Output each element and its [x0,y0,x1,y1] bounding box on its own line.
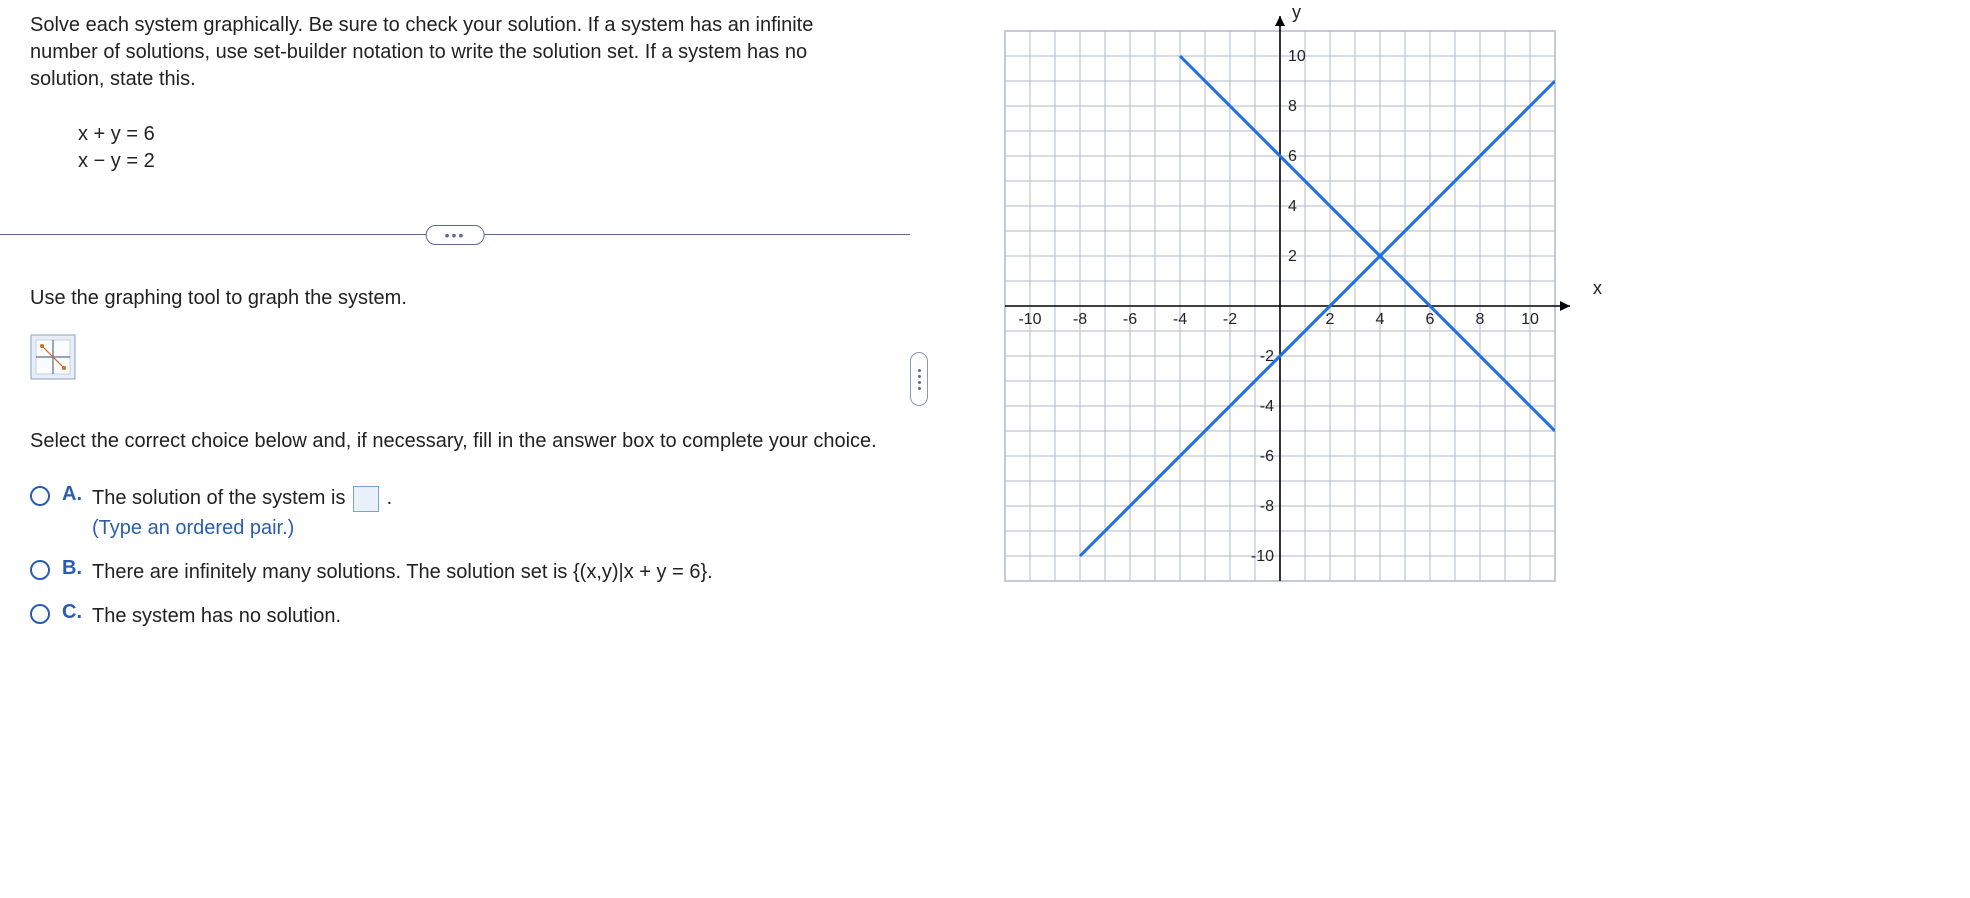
question-panel: Solve each system graphically. Be sure t… [30,12,880,645]
svg-text:6: 6 [1288,148,1297,165]
svg-text:-2: -2 [1223,311,1237,328]
svg-text:-8: -8 [1260,498,1274,515]
choice-a-text-before: The solution of the system is [92,487,351,509]
choice-a-text-after: . [387,487,393,509]
equation-system: x + y = 6 x − y = 2 [78,121,880,175]
section-divider: ••• [30,223,880,247]
answer-input[interactable] [353,486,379,512]
choice-a[interactable]: A. The solution of the system is . (Type… [30,483,880,543]
choice-a-text: The solution of the system is . (Type an… [92,483,392,543]
svg-text:4: 4 [1288,198,1297,215]
radio-a[interactable] [30,486,50,506]
panel-resize-handle[interactable] [910,352,928,406]
svg-text:-4: -4 [1173,311,1187,328]
svg-text:-10: -10 [1251,548,1274,565]
svg-text:6: 6 [1426,311,1435,328]
graph-svg[interactable]: -10 -8 -6 -4 -2 2 4 6 8 10 10 8 6 4 2 -2… [980,6,1580,606]
svg-text:2: 2 [1288,248,1297,265]
svg-text:8: 8 [1476,311,1485,328]
svg-text:10: 10 [1288,48,1306,65]
graphing-prompt: Use the graphing tool to graph the syste… [30,287,880,310]
choice-b-text: There are infinitely many solutions. The… [92,557,713,587]
graphing-tool-button[interactable] [30,334,76,380]
svg-text:2: 2 [1326,311,1335,328]
svg-text:8: 8 [1288,98,1297,115]
y-axis-label: y [1292,2,1301,23]
svg-text:-8: -8 [1073,311,1087,328]
choice-a-hint: (Type an ordered pair.) [92,513,392,543]
choice-c-text: The system has no solution. [92,601,341,631]
equation-1: x + y = 6 [78,121,880,148]
graph-canvas[interactable]: y x [980,6,1580,606]
divider-handle[interactable]: ••• [426,225,485,245]
choice-c[interactable]: C. The system has no solution. [30,601,880,631]
svg-text:10: 10 [1521,311,1539,328]
choice-list: A. The solution of the system is . (Type… [30,483,880,631]
svg-text:-6: -6 [1123,311,1137,328]
instructions-text: Solve each system graphically. Be sure t… [30,12,880,93]
choice-a-label: A. [62,483,82,506]
radio-c[interactable] [30,604,50,624]
choice-b[interactable]: B. There are infinitely many solutions. … [30,557,880,587]
svg-text:-6: -6 [1260,448,1274,465]
choice-b-label: B. [62,557,82,580]
svg-text:-4: -4 [1260,398,1274,415]
svg-text:4: 4 [1376,311,1385,328]
svg-text:-10: -10 [1018,311,1041,328]
x-axis-label: x [1593,278,1602,299]
choice-c-label: C. [62,601,82,624]
radio-b[interactable] [30,560,50,580]
choice-prompt: Select the correct choice below and, if … [30,428,880,455]
equation-2: x − y = 2 [78,148,880,175]
